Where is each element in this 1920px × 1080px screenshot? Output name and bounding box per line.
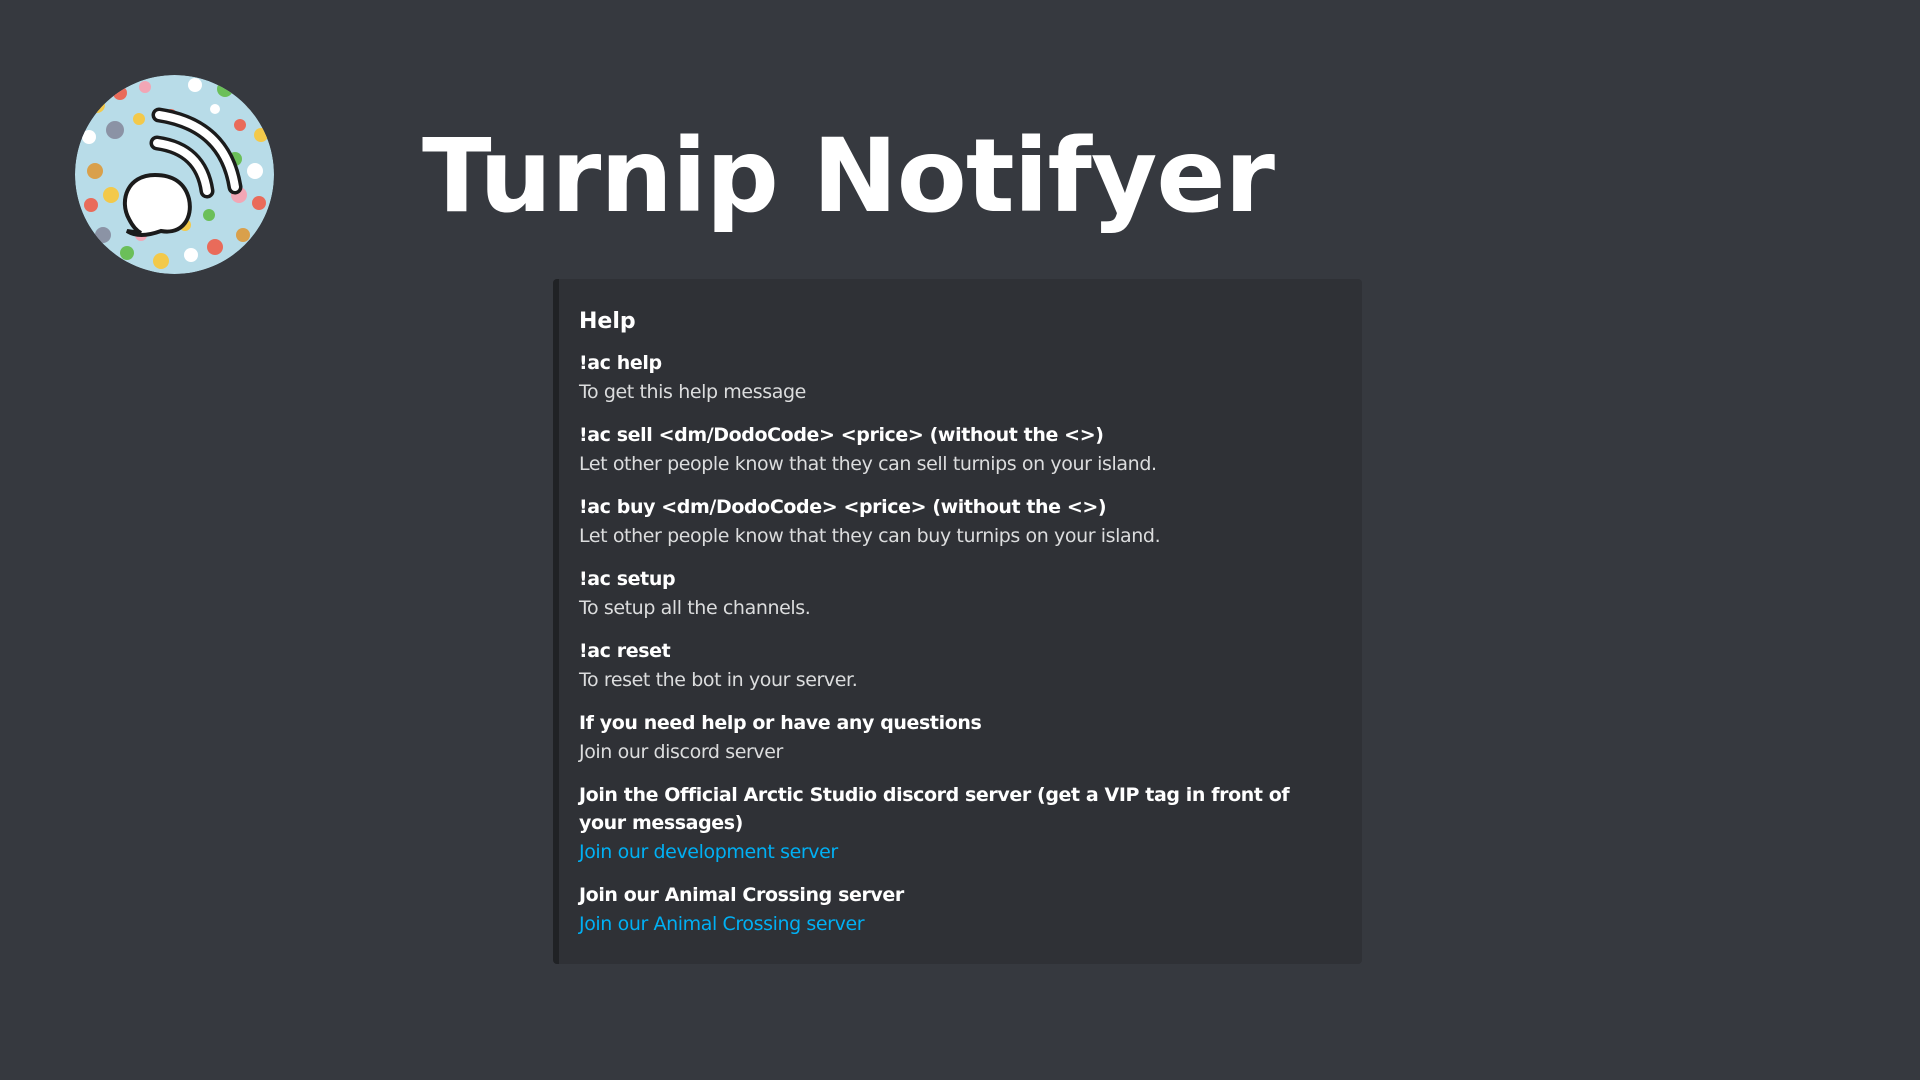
help-embed: Help !ac help To get this help message !… [553,279,1362,964]
field-name: Join our Animal Crossing server [579,884,904,906]
field-animal-crossing: Join our Animal Crossing server Join our… [579,881,1338,940]
field-value: To get this help message [579,381,806,403]
field-setup: !ac setup To setup all the channels. [579,565,1338,624]
field-buy: !ac buy <dm/DodoCode> <price> (without t… [579,493,1338,552]
field-value: To setup all the channels. [579,597,811,619]
field-value: To reset the bot in your server. [579,669,858,691]
field-value: Join our discord server [579,741,783,763]
field-name: !ac buy <dm/DodoCode> <price> (without t… [579,496,1107,518]
field-arctic-studio: Join the Official Arctic Studio discord … [579,781,1338,868]
field-sell: !ac sell <dm/DodoCode> <price> (without … [579,421,1338,480]
field-questions: If you need help or have any questions J… [579,709,1338,768]
development-server-link[interactable]: Join our development server [579,837,1338,868]
page-title: Turnip Notifyer [422,117,1275,236]
field-name: Join the Official Arctic Studio discord … [579,784,1290,834]
page: Turnip Notifyer Help !ac help To get thi… [0,0,1920,1080]
field-name: !ac help [579,352,662,374]
field-value: Let other people know that they can sell… [579,453,1157,475]
field-name: If you need help or have any questions [579,712,982,734]
field-reset: !ac reset To reset the bot in your serve… [579,637,1338,696]
turnip-notifyer-logo-icon [75,75,274,274]
field-help: !ac help To get this help message [579,349,1338,408]
animal-crossing-server-link[interactable]: Join our Animal Crossing server [579,909,1338,940]
field-name: !ac sell <dm/DodoCode> <price> (without … [579,424,1104,446]
embed-title: Help [579,309,636,334]
field-name: !ac setup [579,568,676,590]
field-name: !ac reset [579,640,671,662]
field-value: Let other people know that they can buy … [579,525,1161,547]
